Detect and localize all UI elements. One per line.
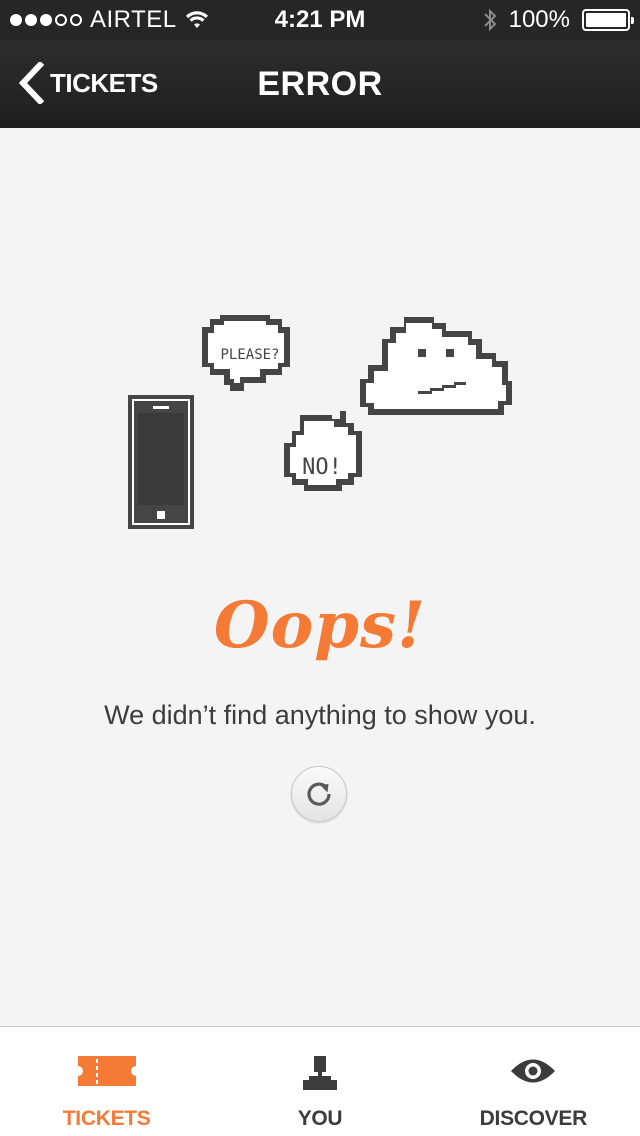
tab-you[interactable]: YOU: [213, 1027, 426, 1136]
tab-discover-label: DISCOVER: [479, 1107, 588, 1130]
error-illustration: PLEASE? NO!: [128, 315, 512, 529]
speech-bubble-no: NO!: [284, 411, 362, 491]
status-bar: AIRTEL 4:21 PM 100%: [0, 0, 640, 40]
tab-tickets-label: TICKETS: [62, 1107, 151, 1130]
tab-you-label: YOU: [297, 1107, 343, 1130]
navigation-bar: TICKETS ERROR: [0, 40, 640, 128]
eye-icon: [511, 1059, 556, 1083]
battery-percent: 100%: [508, 6, 570, 33]
status-right: 100%: [483, 6, 634, 34]
phone-icon: [128, 395, 194, 529]
speech-bubble-please: PLEASE?: [202, 315, 290, 391]
bluetooth-icon: [483, 8, 497, 32]
person-icon: [302, 1056, 337, 1090]
refresh-button[interactable]: [291, 766, 347, 822]
oops-heading: Oops!: [213, 588, 427, 663]
tab-discover[interactable]: DISCOVER: [427, 1027, 640, 1136]
cloud-icon: [360, 317, 512, 415]
tab-bar: TICKETS YOU DISCOVER: [0, 1026, 640, 1136]
refresh-icon: [307, 782, 331, 806]
bubble-no-text: NO!: [302, 455, 342, 480]
ticket-icon: [77, 1056, 136, 1086]
bubble-please-text: PLEASE?: [220, 347, 279, 363]
tab-tickets[interactable]: TICKETS: [0, 1027, 213, 1136]
page-title: ERROR: [257, 65, 383, 103]
battery-icon: [582, 9, 634, 31]
empty-state-message: We didn’t find anything to show you.: [104, 700, 536, 730]
